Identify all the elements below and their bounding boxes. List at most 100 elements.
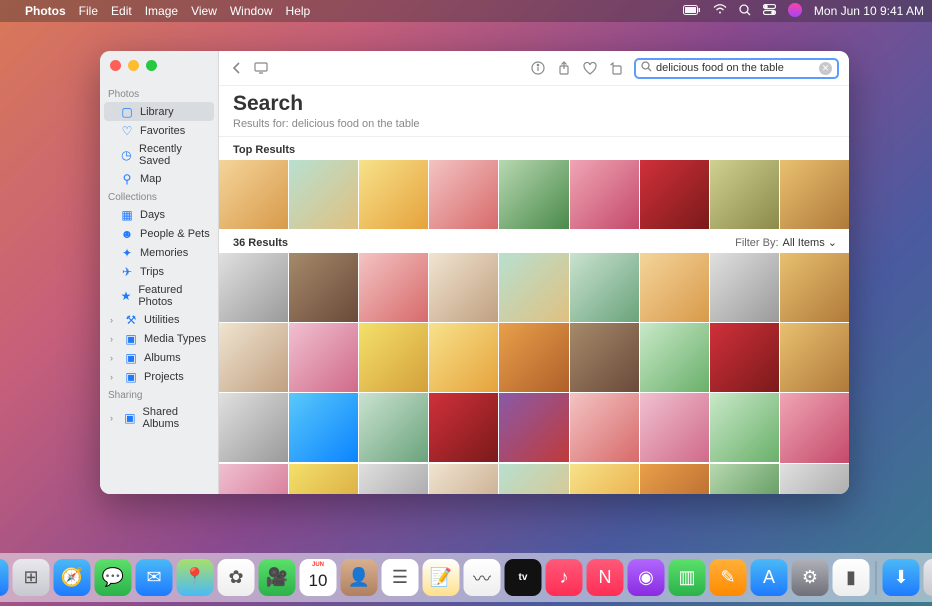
menu-view[interactable]: View bbox=[191, 4, 217, 18]
dock-calendar[interactable]: JUN10 bbox=[300, 559, 337, 596]
photo-thumbnail[interactable] bbox=[640, 464, 709, 495]
photo-thumbnail[interactable] bbox=[780, 393, 849, 462]
photo-thumbnail[interactable] bbox=[219, 323, 288, 392]
clear-search-button[interactable]: ✕ bbox=[819, 62, 832, 75]
dock-settings[interactable]: ⚙︎ bbox=[792, 559, 829, 596]
photo-thumbnail[interactable] bbox=[780, 464, 849, 495]
photo-thumbnail[interactable] bbox=[289, 464, 358, 495]
info-button[interactable] bbox=[530, 60, 546, 76]
dock-facetime[interactable]: 🎥 bbox=[259, 559, 296, 596]
dock-pages[interactable]: ✎ bbox=[710, 559, 747, 596]
sidebar-item-featured-photos[interactable]: ★Featured Photos bbox=[100, 281, 218, 310]
photo-thumbnail[interactable] bbox=[289, 323, 358, 392]
menu-file[interactable]: File bbox=[79, 4, 98, 18]
search-input[interactable] bbox=[656, 62, 815, 74]
dock-mail[interactable]: ✉︎ bbox=[136, 559, 173, 596]
sidebar-item-memories[interactable]: ✦Memories bbox=[100, 243, 218, 262]
sidebar-item-map[interactable]: ⚲Map bbox=[100, 169, 218, 188]
dock-contacts[interactable]: 👤 bbox=[341, 559, 378, 596]
dock-notes[interactable]: 📝 bbox=[423, 559, 460, 596]
photo-thumbnail[interactable] bbox=[570, 253, 639, 322]
photo-thumbnail[interactable] bbox=[710, 160, 779, 229]
dock-photos[interactable]: ✿ bbox=[218, 559, 255, 596]
photo-thumbnail[interactable] bbox=[429, 464, 498, 495]
photo-thumbnail[interactable] bbox=[219, 160, 288, 229]
photo-thumbnail[interactable] bbox=[640, 253, 709, 322]
dock-numbers[interactable]: ▥ bbox=[669, 559, 706, 596]
dock-downloads[interactable]: ⬇︎ bbox=[883, 559, 920, 596]
sidebar-item-utilities[interactable]: ›⚒Utilities bbox=[100, 310, 218, 329]
photo-thumbnail[interactable] bbox=[429, 253, 498, 322]
user-icon[interactable] bbox=[788, 3, 802, 20]
dock-appstore[interactable]: A bbox=[751, 559, 788, 596]
dock-messages[interactable]: 💬 bbox=[95, 559, 132, 596]
dock-podcasts[interactable]: ◉ bbox=[628, 559, 665, 596]
photo-thumbnail[interactable] bbox=[780, 160, 849, 229]
close-button[interactable] bbox=[110, 60, 121, 71]
photo-thumbnail[interactable] bbox=[289, 393, 358, 462]
sidebar-item-library[interactable]: ▢Library bbox=[104, 102, 214, 121]
spotlight-icon[interactable] bbox=[739, 4, 751, 19]
sidebar-item-projects[interactable]: ›▣Projects bbox=[100, 367, 218, 386]
photo-thumbnail[interactable] bbox=[359, 393, 428, 462]
photo-thumbnail[interactable] bbox=[710, 464, 779, 495]
favorite-button[interactable] bbox=[582, 60, 598, 76]
photo-thumbnail[interactable] bbox=[289, 160, 358, 229]
menu-help[interactable]: Help bbox=[286, 4, 311, 18]
control-center-icon[interactable] bbox=[763, 4, 776, 18]
photo-thumbnail[interactable] bbox=[359, 160, 428, 229]
photo-thumbnail[interactable] bbox=[570, 393, 639, 462]
dock-maps[interactable]: 📍 bbox=[177, 559, 214, 596]
photo-thumbnail[interactable] bbox=[499, 393, 568, 462]
photo-thumbnail[interactable] bbox=[780, 323, 849, 392]
photo-thumbnail[interactable] bbox=[710, 253, 779, 322]
sidebar-item-shared-albums[interactable]: ›▣Shared Albums bbox=[100, 403, 218, 432]
photo-thumbnail[interactable] bbox=[570, 160, 639, 229]
display-button[interactable] bbox=[253, 60, 269, 76]
photo-thumbnail[interactable] bbox=[219, 253, 288, 322]
share-button[interactable] bbox=[556, 60, 572, 76]
back-button[interactable] bbox=[229, 60, 245, 76]
photo-thumbnail[interactable] bbox=[219, 464, 288, 495]
photo-thumbnail[interactable] bbox=[710, 323, 779, 392]
dock-music[interactable]: ♪ bbox=[546, 559, 583, 596]
dock-tv[interactable]: tv bbox=[505, 559, 542, 596]
filter-dropdown[interactable]: All Items ⌄ bbox=[783, 236, 837, 249]
photo-thumbnail[interactable] bbox=[499, 323, 568, 392]
photo-thumbnail[interactable] bbox=[499, 253, 568, 322]
maximize-button[interactable] bbox=[146, 60, 157, 71]
sidebar-item-trips[interactable]: ✈︎Trips bbox=[100, 262, 218, 281]
battery-icon[interactable] bbox=[683, 4, 701, 18]
rotate-button[interactable] bbox=[608, 60, 624, 76]
photo-thumbnail[interactable] bbox=[219, 393, 288, 462]
photo-thumbnail[interactable] bbox=[359, 464, 428, 495]
dock-finder[interactable]: 🙂 bbox=[0, 559, 9, 596]
photo-thumbnail[interactable] bbox=[640, 393, 709, 462]
dock-trash[interactable]: 🗑 bbox=[924, 559, 932, 596]
sidebar-item-favorites[interactable]: ♡Favorites bbox=[100, 121, 218, 140]
dock-safari[interactable]: 🧭 bbox=[54, 559, 91, 596]
photo-thumbnail[interactable] bbox=[570, 323, 639, 392]
sidebar-item-media-types[interactable]: ›▣Media Types bbox=[100, 329, 218, 348]
photo-thumbnail[interactable] bbox=[499, 464, 568, 495]
sidebar-item-people-pets[interactable]: ☻People & Pets bbox=[100, 224, 218, 243]
minimize-button[interactable] bbox=[128, 60, 139, 71]
dock-launchpad[interactable]: ⊞ bbox=[13, 559, 50, 596]
wifi-icon[interactable] bbox=[713, 4, 727, 18]
sidebar-item-albums[interactable]: ›▣Albums bbox=[100, 348, 218, 367]
photo-thumbnail[interactable] bbox=[710, 393, 779, 462]
photo-thumbnail[interactable] bbox=[429, 160, 498, 229]
dock-freeform[interactable]: 〰︎ bbox=[464, 559, 501, 596]
photo-thumbnail[interactable] bbox=[570, 464, 639, 495]
photo-thumbnail[interactable] bbox=[429, 393, 498, 462]
sidebar-item-recently-saved[interactable]: ◷Recently Saved bbox=[100, 140, 218, 169]
photo-thumbnail[interactable] bbox=[359, 323, 428, 392]
menu-window[interactable]: Window bbox=[230, 4, 273, 18]
search-field[interactable]: ✕ bbox=[634, 58, 839, 79]
clock[interactable]: Mon Jun 10 9:41 AM bbox=[814, 4, 924, 18]
menu-image[interactable]: Image bbox=[145, 4, 178, 18]
photo-thumbnail[interactable] bbox=[429, 323, 498, 392]
dock-news[interactable]: N bbox=[587, 559, 624, 596]
photo-thumbnail[interactable] bbox=[359, 253, 428, 322]
photo-thumbnail[interactable] bbox=[780, 253, 849, 322]
